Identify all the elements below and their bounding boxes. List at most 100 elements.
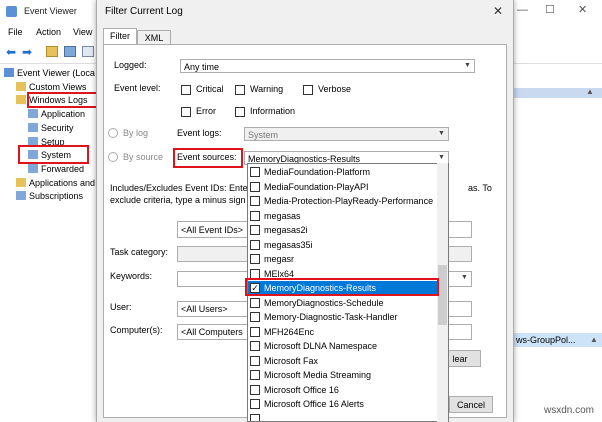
source-list-item[interactable]: Microsoft Office 16 Alerts [248, 397, 438, 412]
collapse-arrow-icon[interactable]: ▲ [590, 335, 598, 344]
source-list-item[interactable]: megasas35i [248, 238, 438, 253]
source-list-item-label: Memory-Diagnostic-Task-Handler [264, 312, 398, 322]
source-checkbox[interactable] [250, 181, 260, 192]
tree-item[interactable]: Applications and [16, 177, 95, 188]
chevron-down-icon: ▼ [461, 274, 468, 281]
error-label: Error [196, 106, 216, 116]
source-checkbox[interactable] [250, 326, 260, 337]
tree-node-icon [4, 68, 14, 77]
tree-node-icon [28, 109, 38, 119]
source-checkbox[interactable] [250, 210, 260, 221]
source-list-item-label: megasas2i [264, 225, 308, 235]
source-list-item[interactable]: megasas2i [248, 223, 438, 238]
source-list-item[interactable]: MFH264Enc [248, 325, 438, 340]
collapse-arrow-icon[interactable]: ▲ [586, 87, 594, 96]
source-list-item[interactable]: megasr [248, 252, 438, 267]
logged-value: Any time [184, 62, 220, 72]
right-pane-header: ▲ [512, 87, 602, 98]
source-checkbox[interactable] [250, 225, 260, 235]
tree-item[interactable]: Forwarded [28, 163, 84, 174]
source-list-item[interactable]: Microsoft Media Streaming [248, 368, 438, 383]
tree-item[interactable]: Security [28, 122, 74, 133]
right-pane-row[interactable]: ws-GroupPol... ▲ [512, 333, 602, 347]
task-category-label: Task category: [110, 247, 169, 257]
chevron-down-icon: ▼ [438, 130, 445, 137]
tree-item-label: Event Viewer (Loca [17, 68, 95, 78]
source-list-item[interactable]: MediaFoundation-PlayAPI [248, 180, 438, 195]
source-list-item[interactable]: Media-Protection-PlayReady-Performance [248, 194, 438, 209]
information-label: Information [250, 106, 296, 116]
right-pane-row-label: ws-GroupPol... [516, 335, 576, 345]
tab-strip: Filter XML [103, 28, 505, 45]
source-list-item[interactable]: MemoryDiagnostics-Schedule [248, 296, 438, 311]
tree-node-icon [28, 122, 38, 132]
event-logs-select[interactable]: System ▼ [244, 127, 449, 141]
tree-item[interactable]: Event Viewer (Loca [4, 68, 95, 78]
source-list-item[interactable]: Microsoft DLNA Namespace [248, 339, 438, 354]
right-pane [512, 64, 602, 422]
dropdown-scrollbar-thumb[interactable] [438, 265, 447, 325]
warning-checkbox[interactable] [235, 85, 245, 95]
by-source-radio[interactable] [108, 152, 118, 162]
source-list-item-label: MediaFoundation-Platform [264, 167, 371, 177]
critical-label: Critical [196, 84, 224, 94]
tree-node-icon [16, 177, 26, 187]
by-log-radio[interactable] [108, 128, 118, 138]
verbose-checkbox[interactable] [303, 85, 313, 95]
properties-icon[interactable] [82, 46, 94, 57]
source-checkbox[interactable] [250, 196, 260, 206]
source-checkbox[interactable] [250, 254, 260, 264]
verbose-label: Verbose [318, 84, 352, 94]
source-list-item-label: MediaFoundation-PlayAPI [264, 181, 369, 192]
source-list-item-label: Media-Protection-PlayReady-Performance [264, 196, 434, 206]
menu-file[interactable]: File [8, 27, 23, 37]
tree-node-icon [28, 163, 38, 173]
tab-xml[interactable]: XML [137, 30, 171, 45]
folder-icon[interactable] [46, 46, 58, 57]
by-log-label: By log [123, 128, 149, 138]
chevron-down-icon: ▼ [464, 62, 471, 69]
close-icon[interactable]: ✕ [578, 3, 587, 16]
console-tree-icon[interactable] [64, 46, 76, 57]
source-checkbox[interactable] [250, 239, 260, 250]
source-checkbox[interactable] [250, 399, 260, 409]
tree-item-label: Security [41, 122, 74, 133]
source-list-item[interactable]: MediaFoundation-Platform [248, 165, 438, 180]
tree-item[interactable]: Custom Views [16, 81, 86, 92]
back-arrow-icon[interactable]: ⬅ [6, 45, 16, 59]
information-checkbox[interactable] [235, 107, 245, 117]
source-checkbox[interactable] [250, 268, 260, 279]
source-checkbox[interactable] [250, 413, 260, 421]
cancel-button[interactable]: Cancel [449, 396, 493, 413]
source-checkbox[interactable] [250, 341, 260, 351]
source-checkbox[interactable] [250, 370, 260, 380]
menu-view[interactable]: View [73, 27, 92, 37]
source-checkbox[interactable] [250, 312, 260, 322]
maximize-icon[interactable]: ☐ [545, 3, 555, 16]
critical-checkbox[interactable] [181, 85, 191, 95]
forward-arrow-icon[interactable]: ➡ [22, 45, 32, 59]
source-list-item[interactable]: megasas [248, 209, 438, 224]
menu-action[interactable]: Action [36, 27, 61, 37]
source-list-item[interactable] [248, 412, 438, 421]
source-list-item[interactable]: Microsoft Fax [248, 354, 438, 369]
tab-filter[interactable]: Filter [103, 28, 137, 45]
source-checkbox[interactable] [250, 355, 260, 366]
source-list-item-label: Microsoft DLNA Namespace [264, 341, 378, 351]
source-list-item[interactable]: Memory-Diagnostic-Task-Handler [248, 310, 438, 325]
tree-item[interactable]: Subscriptions [16, 191, 83, 201]
tree-item[interactable]: Application [28, 109, 85, 119]
source-list-item[interactable]: Microsoft Office 16 [248, 383, 438, 398]
minimize-icon[interactable]: — [517, 4, 528, 16]
source-list-item-label: megasas35i [264, 239, 313, 250]
source-checkbox[interactable] [250, 167, 260, 177]
close-icon[interactable]: ✕ [493, 4, 503, 18]
source-checkbox[interactable] [250, 384, 260, 395]
error-checkbox[interactable] [181, 107, 191, 117]
logged-label: Logged: [114, 60, 147, 70]
source-checkbox[interactable] [250, 297, 260, 308]
watermark: wsxdn.com [544, 405, 595, 416]
keywords-label: Keywords: [110, 271, 153, 281]
event-logs-label: Event logs: [177, 128, 222, 138]
logged-select[interactable]: Any time ▼ [180, 59, 475, 73]
